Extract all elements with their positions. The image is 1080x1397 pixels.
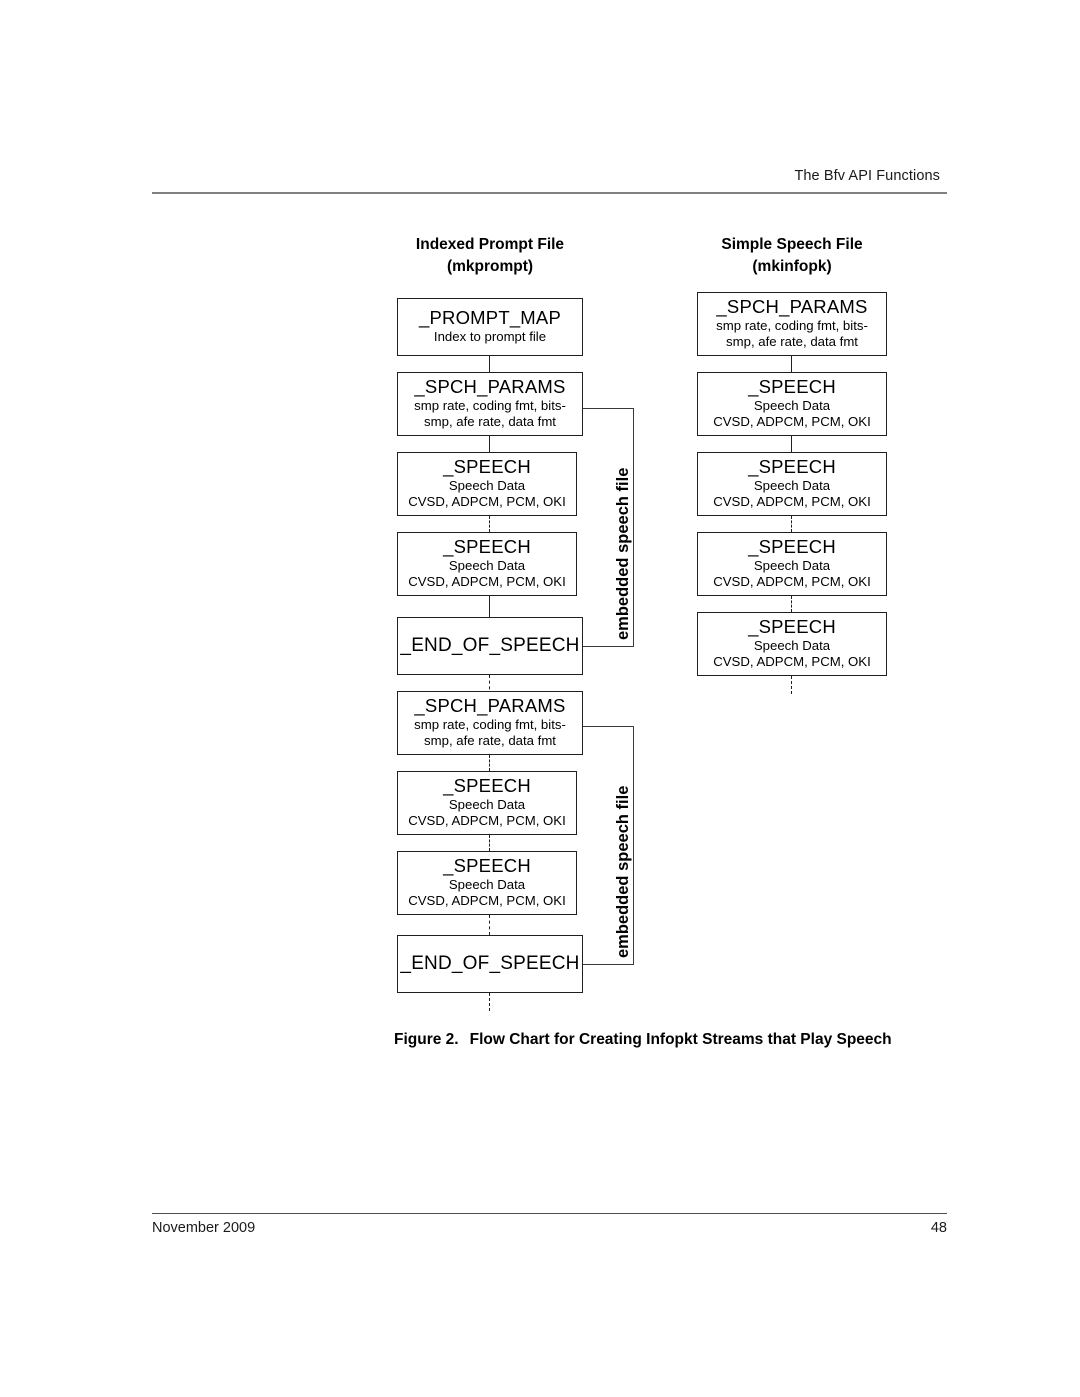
flow-box-subtitle-1: Speech Data (753, 397, 831, 413)
flow-box-subtitle-2: CVSD, ADPCM, PCM, OKI (713, 654, 871, 670)
flow-box-title: _SPEECH (748, 376, 836, 398)
flow-box: _SPEECH Speech Data CVSD, ADPCM, PCM, OK… (697, 372, 887, 436)
connector-dashed (791, 516, 792, 532)
flow-box: _SPEECH Speech Data CVSD, ADPCM, PCM, OK… (397, 851, 577, 915)
flow-box: _SPCH_PARAMS smp rate, coding fmt, bits-… (397, 372, 583, 436)
connector-dashed-tail (791, 676, 792, 694)
header-divider (152, 192, 947, 194)
flow-box-subtitle-1: Speech Data (448, 557, 526, 573)
bracket-label-embedded-speech-file-2: embedded speech file (614, 785, 632, 958)
flow-box-subtitle-1: smp rate, coding fmt, bits- (414, 716, 566, 732)
figure-caption: Figure 2. Flow Chart for Creating Infopkt… (394, 1030, 924, 1050)
flow-box-subtitle-2: CVSD, ADPCM, PCM, OKI (408, 494, 566, 510)
flow-box: _END_OF_SPEECH (397, 617, 583, 675)
flow-box-title: _SPEECH (748, 456, 836, 478)
footer-date: November 2009 (152, 1220, 256, 1236)
flow-box-subtitle-2: smp, afe rate, data fmt (726, 334, 858, 350)
connector-solid (791, 436, 792, 452)
connector-dashed (489, 835, 490, 851)
flow-box: _SPEECH Speech Data CVSD, ADPCM, PCM, OK… (697, 532, 887, 596)
flow-box-subtitle-2: CVSD, ADPCM, PCM, OKI (713, 414, 871, 430)
flow-box-title: _SPEECH (443, 775, 531, 797)
flow-box-subtitle-2: CVSD, ADPCM, PCM, OKI (408, 813, 566, 829)
connector-dashed (489, 755, 490, 771)
flow-box-title: _SPEECH (443, 855, 531, 877)
page-header-title: The Bfv API Functions (794, 168, 940, 184)
flow-box-subtitle-1: Speech Data (448, 876, 526, 892)
flow-box: _SPCH_PARAMS smp rate, coding fmt, bits-… (697, 292, 887, 356)
flow-box-title: _SPEECH (748, 536, 836, 558)
connector-solid (489, 596, 490, 617)
column-heading-line1: Simple Speech File (721, 236, 863, 253)
flow-box-subtitle-1: Speech Data (753, 637, 831, 653)
flow-box-subtitle-2: CVSD, ADPCM, PCM, OKI (408, 574, 566, 590)
footer-page-number: 48 (930, 1220, 947, 1236)
flow-box-subtitle-1: smp rate, coding fmt, bits- (414, 397, 566, 413)
column-heading-simple-speech-file: Simple Speech File (mkinfopk) (697, 234, 887, 278)
figure-caption-text: Flow Chart for Creating Infopkt Streams … (469, 1031, 892, 1048)
bracket-label-embedded-speech-file-1: embedded speech file (614, 467, 632, 640)
flow-box: _SPEECH Speech Data CVSD, ADPCM, PCM, OK… (397, 771, 577, 835)
flow-box-title: _SPCH_PARAMS (414, 695, 566, 717)
connector-dashed-tail (489, 993, 490, 1011)
flow-box: _SPEECH Speech Data CVSD, ADPCM, PCM, OK… (697, 612, 887, 676)
flow-box-subtitle-1: Index to prompt file (433, 329, 547, 345)
column-heading-indexed-prompt-file: Indexed Prompt File (mkprompt) (397, 234, 583, 278)
column-heading-line2: (mkinfopk) (752, 258, 832, 275)
flow-box-subtitle-2: smp, afe rate, data fmt (424, 414, 556, 430)
flow-box-title: _PROMPT_MAP (418, 307, 561, 329)
connector-solid (489, 356, 490, 372)
flow-box-title: _SPCH_PARAMS (716, 296, 868, 318)
flow-box-subtitle-2: smp, afe rate, data fmt (424, 733, 556, 749)
flow-box-title: _SPEECH (748, 616, 836, 638)
flow-box-title: _SPEECH (443, 536, 531, 558)
flow-box-subtitle-1: Speech Data (753, 557, 831, 573)
flow-box-subtitle-2: CVSD, ADPCM, PCM, OKI (408, 893, 566, 909)
flow-box: _SPEECH Speech Data CVSD, ADPCM, PCM, OK… (397, 532, 577, 596)
flow-box-subtitle-1: Speech Data (448, 477, 526, 493)
figure-caption-number: Figure 2. (394, 1031, 459, 1048)
document-page: The Bfv API Functions Indexed Prompt Fil… (0, 0, 1080, 1397)
flow-box: _SPEECH Speech Data CVSD, ADPCM, PCM, OK… (397, 452, 577, 516)
column-heading-line2: (mkprompt) (446, 258, 534, 275)
connector-solid (489, 436, 490, 452)
connector-dashed (489, 915, 490, 935)
flow-box-subtitle-2: CVSD, ADPCM, PCM, OKI (713, 494, 871, 510)
footer-divider (152, 1213, 947, 1214)
flow-box-title: _SPCH_PARAMS (414, 376, 566, 398)
flow-box-title: _END_OF_SPEECH (400, 953, 580, 975)
flow-box-title: _SPEECH (443, 456, 531, 478)
flow-box: _SPCH_PARAMS smp rate, coding fmt, bits-… (397, 691, 583, 755)
connector-solid (791, 356, 792, 372)
connector-dashed (791, 596, 792, 612)
flow-box-subtitle-1: Speech Data (448, 796, 526, 812)
flow-box-subtitle-1: Speech Data (753, 477, 831, 493)
flow-box: _PROMPT_MAP Index to prompt file (397, 298, 583, 356)
flow-box: _END_OF_SPEECH (397, 935, 583, 993)
flow-box: _SPEECH Speech Data CVSD, ADPCM, PCM, OK… (697, 452, 887, 516)
flow-box-subtitle-2: CVSD, ADPCM, PCM, OKI (713, 574, 871, 590)
flow-box-subtitle-1: smp rate, coding fmt, bits- (716, 317, 868, 333)
connector-dashed (489, 516, 490, 532)
column-heading-line1: Indexed Prompt File (415, 236, 565, 253)
flow-box-title: _END_OF_SPEECH (400, 635, 580, 657)
